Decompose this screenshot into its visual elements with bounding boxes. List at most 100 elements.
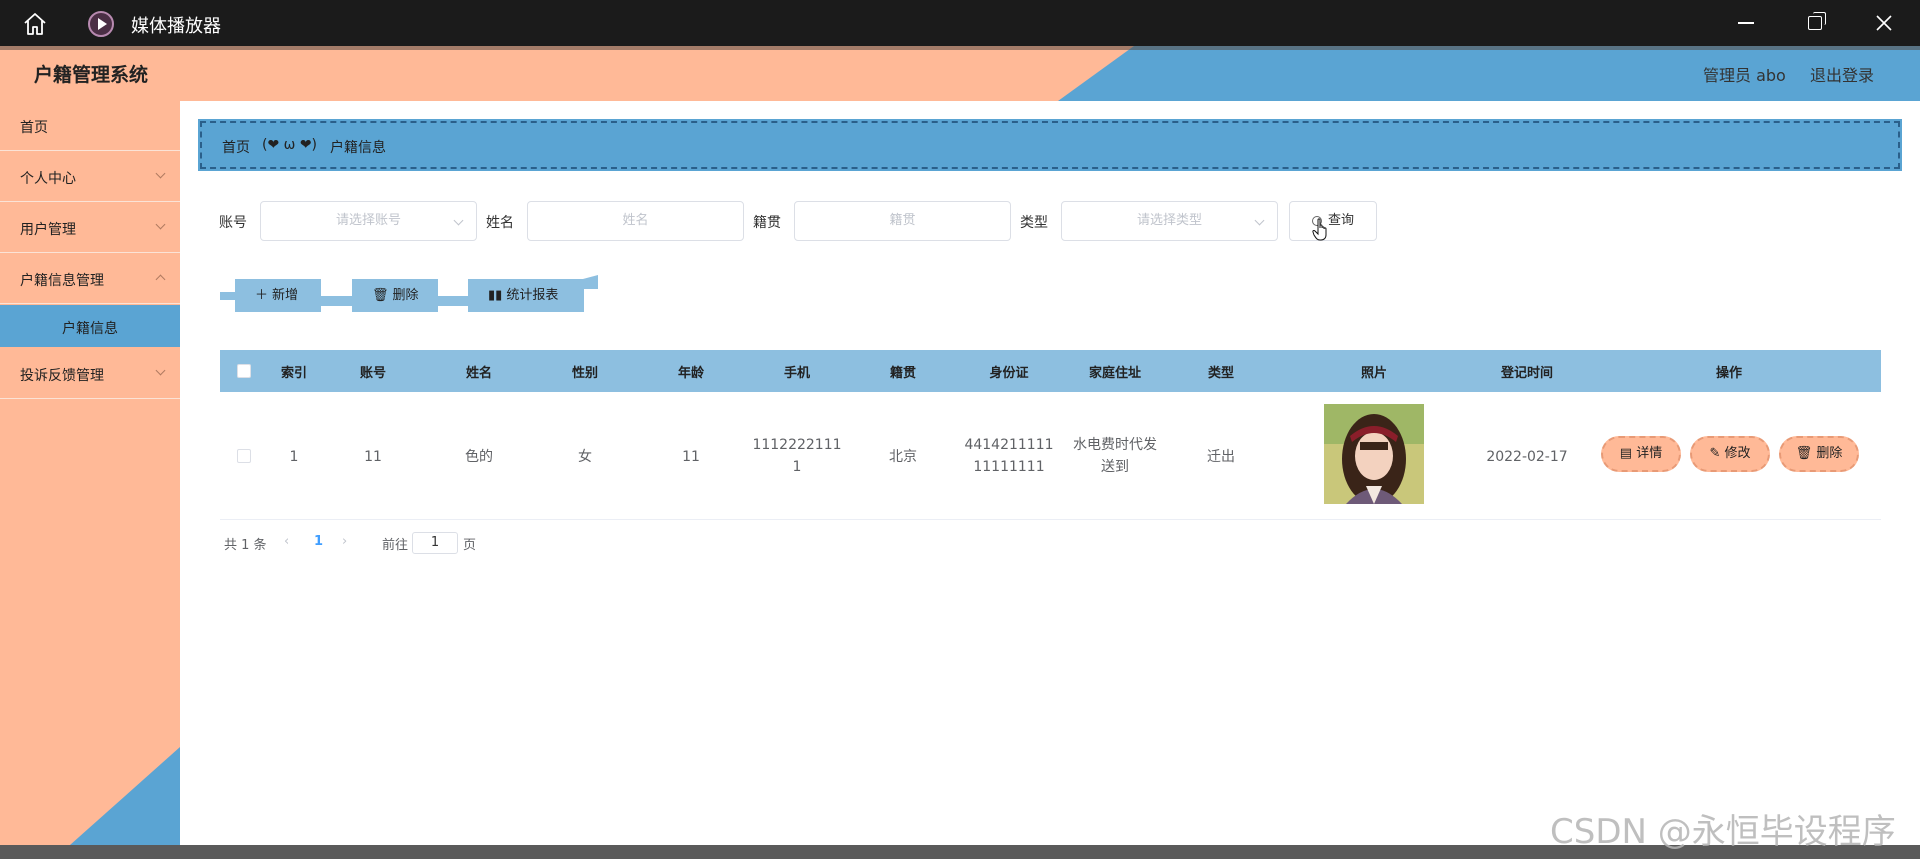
row-delete-button[interactable]: 🗑 删除 bbox=[1779, 436, 1859, 472]
breadcrumb-separator: (❤ ω ❤) bbox=[262, 137, 318, 153]
button-ribbon-decoration bbox=[318, 296, 352, 306]
cell-name: 色的 bbox=[465, 449, 493, 465]
sidebar-item-label: 投诉反馈管理 bbox=[20, 368, 104, 384]
column-header-account: 账号 bbox=[359, 366, 387, 381]
column-header-origin: 籍贯 bbox=[889, 366, 917, 381]
origin-filter-label: 籍贯 bbox=[753, 215, 781, 231]
delete-button[interactable]: 🗑 删除 bbox=[352, 279, 438, 312]
bar-chart-icon: ▮▮ bbox=[488, 288, 503, 303]
cell-origin: 北京 bbox=[889, 449, 917, 465]
column-header-id-card: 身份证 bbox=[989, 366, 1029, 381]
close-icon bbox=[1876, 15, 1892, 31]
pagination-current-page[interactable]: 1 bbox=[314, 534, 323, 549]
type-select-placeholder: 请选择类型 bbox=[1136, 213, 1202, 228]
chevron-down-icon bbox=[155, 168, 166, 179]
type-select[interactable]: 请选择类型 bbox=[1061, 201, 1278, 241]
table-header: 索引 账号 姓名 性别 年龄 手机 籍贯 身份证 家庭住址 类型 照片 登记时间… bbox=[220, 350, 1881, 392]
select-all-checkbox[interactable] bbox=[237, 364, 251, 378]
pagination-prev-icon[interactable]: ‹ bbox=[284, 534, 289, 549]
minimize-button[interactable] bbox=[1732, 10, 1760, 36]
type-filter-label: 类型 bbox=[1020, 215, 1048, 231]
name-filter-label: 姓名 bbox=[486, 215, 514, 231]
column-header-photo: 照片 bbox=[1360, 366, 1388, 381]
window-title: 媒体播放器 bbox=[131, 16, 221, 37]
sidebar-item-household-info[interactable]: 户籍信息 bbox=[0, 305, 180, 347]
account-select[interactable]: 请选择账号 bbox=[260, 201, 477, 241]
trash-icon: 🗑 bbox=[372, 288, 389, 303]
cell-id-card-line2: 11111111 bbox=[973, 459, 1045, 475]
play-icon bbox=[88, 11, 114, 37]
row-delete-button-label: 删除 bbox=[1816, 446, 1843, 461]
header-peach-band bbox=[0, 46, 1134, 101]
cell-type: 迁出 bbox=[1207, 449, 1235, 465]
close-button[interactable] bbox=[1870, 10, 1898, 36]
add-button[interactable]: ＋新增 bbox=[235, 279, 321, 312]
account-filter-label: 账号 bbox=[219, 215, 247, 231]
origin-input-placeholder: 籍贯 bbox=[889, 213, 916, 228]
cell-address-line2: 送到 bbox=[1101, 459, 1129, 475]
button-ribbon-decoration bbox=[582, 275, 598, 289]
edit-icon: ✎ bbox=[1709, 446, 1725, 461]
column-header-address: 家庭住址 bbox=[1088, 366, 1142, 381]
pagination-page-suffix: 页 bbox=[463, 538, 477, 553]
maximize-icon bbox=[1808, 12, 1826, 30]
column-header-name: 姓名 bbox=[465, 366, 493, 381]
sidebar-item-label: 个人中心 bbox=[20, 171, 76, 187]
breadcrumb-current: 户籍信息 bbox=[330, 140, 386, 156]
account-select-placeholder: 请选择账号 bbox=[335, 213, 401, 228]
breadcrumb: 首页 (❤ ω ❤) 户籍信息 bbox=[200, 121, 1900, 169]
pagination-goto-input[interactable]: 1 bbox=[412, 532, 458, 554]
origin-input[interactable]: 籍贯 bbox=[794, 201, 1011, 241]
cell-id-card: 4414211111 11111111 bbox=[964, 434, 1053, 478]
column-header-age: 年龄 bbox=[677, 366, 705, 381]
cell-phone-line1: 1112222111 bbox=[752, 437, 842, 453]
cell-address-line1: 水电费时代发 bbox=[1073, 437, 1157, 453]
report-button-label: 统计报表 bbox=[506, 288, 559, 303]
sidebar-item-label: 户籍信息管理 bbox=[20, 273, 104, 289]
window-titlebar: 媒体播放器 bbox=[0, 0, 1920, 46]
sidebar-item-label: 用户管理 bbox=[20, 222, 76, 238]
table-row: 1 11 色的 女 11 1112222111 1 北京 4414211111 … bbox=[220, 392, 1881, 520]
maximize-button[interactable] bbox=[1801, 10, 1829, 36]
row-checkbox[interactable] bbox=[237, 449, 251, 463]
column-header-type: 类型 bbox=[1207, 366, 1235, 381]
edit-button[interactable]: ✎ 修改 bbox=[1690, 436, 1770, 472]
system-title: 户籍管理系统 bbox=[34, 64, 149, 86]
column-header-phone: 手机 bbox=[783, 366, 811, 381]
pagination-next-icon[interactable]: › bbox=[342, 534, 347, 549]
sidebar-item-personal-center[interactable]: 个人中心 bbox=[0, 152, 180, 202]
name-input[interactable]: 姓名 bbox=[527, 201, 744, 241]
query-button[interactable]: 查询 bbox=[1289, 201, 1377, 241]
sidebar-item-label: 首页 bbox=[20, 120, 48, 136]
detail-button-label: 详情 bbox=[1636, 446, 1663, 461]
document-icon: ▤ bbox=[1619, 446, 1637, 461]
button-ribbon-decoration bbox=[436, 296, 470, 306]
sidebar-item-household-management[interactable]: 户籍信息管理 bbox=[0, 254, 180, 304]
breadcrumb-home[interactable]: 首页 bbox=[222, 137, 250, 157]
watermark: CSDN @永恒毕设程序 bbox=[1550, 812, 1896, 852]
add-button-label: 新增 bbox=[272, 288, 299, 303]
chevron-down-icon bbox=[155, 365, 166, 376]
sidebar-item-user-management[interactable]: 用户管理 bbox=[0, 203, 180, 253]
cell-index: 1 bbox=[289, 449, 299, 465]
header-top-line bbox=[0, 46, 1920, 50]
pagination-total: 共 1 条 bbox=[224, 538, 267, 553]
app-header: 户籍管理系统 管理员 abo 退出登录 bbox=[0, 46, 1920, 101]
report-button[interactable]: ▮▮ 统计报表 bbox=[468, 279, 584, 312]
sidebar-item-label: 户籍信息 bbox=[62, 321, 118, 337]
chevron-down-icon bbox=[1254, 215, 1265, 226]
sidebar: 首页 个人中心 用户管理 户籍信息管理 户籍信息 投诉反馈管理 bbox=[0, 101, 180, 845]
sidebar-item-home[interactable]: 首页 bbox=[0, 101, 180, 151]
logout-link[interactable]: 退出登录 bbox=[1810, 62, 1874, 86]
detail-button[interactable]: ▤ 详情 bbox=[1601, 436, 1681, 472]
portrait-photo bbox=[1324, 404, 1424, 504]
chevron-up-icon bbox=[155, 274, 166, 285]
cell-gender: 女 bbox=[578, 449, 592, 465]
hand-cursor-icon bbox=[1312, 218, 1327, 241]
home-icon[interactable] bbox=[22, 12, 48, 36]
cell-age: 11 bbox=[682, 449, 700, 465]
sidebar-item-complaint-management[interactable]: 投诉反馈管理 bbox=[0, 349, 180, 399]
chevron-down-icon bbox=[453, 215, 464, 226]
column-header-gender: 性别 bbox=[571, 366, 599, 381]
cell-reg-time: 2022-02-17 bbox=[1486, 449, 1568, 465]
